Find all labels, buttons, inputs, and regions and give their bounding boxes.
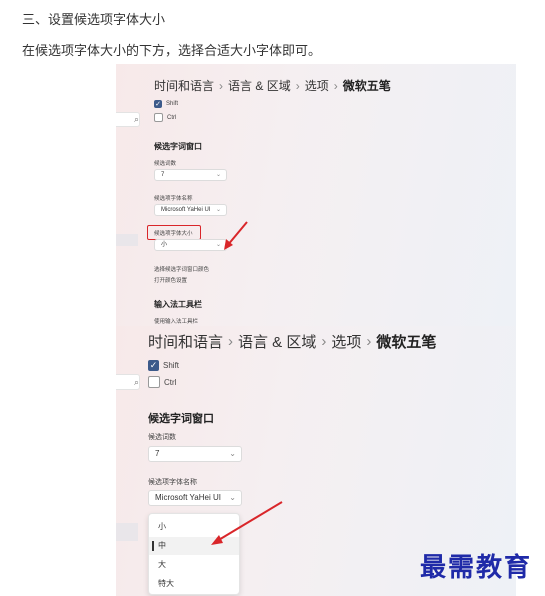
article-heading: 三、设置候选项字体大小 [22,12,166,27]
watermark: 最需教育 [420,553,533,583]
settings-screenshot-1: ⌕ 时间和语言 › 语言 & 区域 › 选项 › 微软五笔 ✓ Shift Ct… [116,64,516,326]
toolbar-option: 使用输入法工具栏 [154,319,199,325]
article-paragraph: 在候选项字体大小的下方，选择合适大小字体即可。 [22,43,322,58]
color-settings-link[interactable]: 打开颜色设置 [154,276,187,284]
toolbar-section-title: 输入法工具栏 [154,300,202,309]
annotation-arrow [224,221,248,250]
color-label: 选择候选字词窗口颜色 [154,267,210,273]
